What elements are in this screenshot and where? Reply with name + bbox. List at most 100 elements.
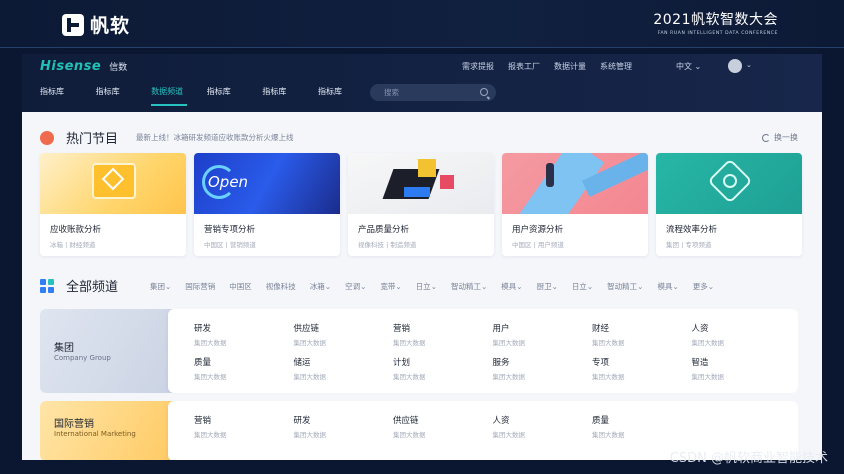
channel-item[interactable]: 供应链 集团大数据 [294, 322, 327, 347]
channel-item[interactable]: 质量 集团大数据 [592, 414, 625, 439]
channel-item[interactable]: 研发 集团大数据 [194, 322, 227, 347]
chevron-down-icon: ⌄ [480, 282, 488, 291]
card-tags: 中国区 | 营销频道 [204, 241, 256, 249]
card-title: 应收账款分析 [50, 225, 102, 235]
toplink-demand[interactable]: 需求提报 [462, 61, 494, 72]
channel-item-subtitle: 集团大数据 [194, 431, 227, 439]
channel-item[interactable]: 服务 集团大数据 [493, 356, 526, 381]
tab-indicator-lib-2[interactable]: 指标库 [96, 84, 152, 106]
top-navigation: Hisense 信数 需求提报 报表工厂 数据计量 系统管理 中文 ⌄ ⌄ 指标… [22, 54, 822, 112]
channel-item-title: 储运 [293, 358, 311, 368]
fanruan-logo-icon [62, 13, 84, 36]
card-tags: 集团 | 专项频道 [666, 241, 712, 249]
channel-filter[interactable]: 厨卫⌄ [537, 281, 558, 292]
avatar[interactable] [728, 59, 742, 73]
channel-item[interactable]: 人资 集团大数据 [493, 414, 526, 439]
chevron-down-icon: ⌄ [672, 282, 679, 291]
tab-indicator-lib-5[interactable]: 指标库 [318, 84, 374, 106]
watermark: CSDN @帆软商业智能技术 [669, 451, 828, 466]
all-channels-header: 全部频道 [40, 276, 118, 295]
tab-indicator-lib-3[interactable]: 指标库 [207, 84, 263, 106]
channel-filter[interactable]: 智动精工⌄ [451, 281, 487, 292]
chevron-down-icon: ⌄ [324, 282, 332, 291]
channel-item[interactable]: 财经 集团大数据 [592, 322, 625, 347]
channel-item-title: 研发 [293, 416, 311, 426]
search-input[interactable]: 搜索 [370, 84, 496, 101]
brand[interactable]: Hisense 信数 [40, 59, 127, 74]
chevron-down-icon[interactable]: ⌄ [746, 61, 752, 69]
hot-card[interactable]: 流程效率分析 集团 | 专项频道 [656, 153, 802, 256]
card-tags: 冰箱 | 财经频道 [50, 241, 96, 249]
channel-item[interactable]: 研发 集团大数据 [294, 414, 327, 439]
fanruan-logo: 帆软 [62, 11, 130, 38]
channel-item-title: 研发 [194, 324, 212, 334]
channel-item-subtitle: 集团大数据 [492, 373, 526, 381]
group-label[interactable]: 国际营销 International Marketing [40, 401, 188, 460]
channel-filter[interactable]: 模具⌄ [501, 281, 522, 292]
channel-item-title: 供应链 [393, 416, 419, 426]
refresh-button[interactable]: 换一换 [762, 132, 798, 143]
chevron-down-icon: ⌄ [395, 282, 402, 291]
channel-filter[interactable]: 日立⌄ [416, 281, 437, 292]
chevron-down-icon: ⌄ [360, 282, 367, 291]
channel-filter[interactable]: 集团⌄ [150, 281, 171, 292]
channel-filter[interactable]: 智动精工⌄ [607, 281, 643, 292]
chevron-down-icon: ⌄ [516, 282, 523, 291]
channel-item-title: 质量 [194, 358, 212, 368]
channel-item-title: 营销 [194, 416, 212, 426]
fire-icon [40, 130, 54, 145]
channel-item[interactable]: 营销 集团大数据 [194, 414, 227, 439]
channel-filter[interactable]: 中国区 [229, 281, 252, 292]
toplink-system-admin[interactable]: 系统管理 [600, 61, 632, 72]
tab-indicator-lib-4[interactable]: 指标库 [262, 84, 318, 106]
channel-item[interactable]: 质量 集团大数据 [194, 356, 227, 381]
channel-filter[interactable]: 冰箱⌄ [310, 281, 331, 292]
language-label: 中文 [676, 62, 692, 71]
toplink-data-metering[interactable]: 数据计量 [554, 61, 586, 72]
app-window: Hisense 信数 需求提报 报表工厂 数据计量 系统管理 中文 ⌄ ⌄ 指标… [22, 54, 822, 460]
channel-filter[interactable]: 宽带⌄ [380, 281, 401, 292]
chevron-down-icon: ⌄ [430, 282, 437, 291]
refresh-icon [762, 133, 770, 142]
tab-indicator-lib-1[interactable]: 指标库 [40, 84, 96, 106]
hot-card[interactable]: 应收账款分析 冰箱 | 财经频道 [40, 153, 186, 256]
channel-filter[interactable]: 更多⌄ [693, 281, 714, 292]
channel-item-subtitle: 集团大数据 [492, 339, 526, 347]
channel-filter[interactable]: 视像科技 [266, 281, 296, 292]
channel-item[interactable]: 人资 集团大数据 [692, 322, 725, 347]
hot-card[interactable]: 用户资源分析 中国区 | 用户频道 [502, 153, 648, 256]
channel-group-company: 集团 Company Group 研发集团大数据 供应链 集团大数据 营销 集团大数据 用… [40, 309, 798, 393]
channel-item[interactable]: 计划 集团大数据 [393, 356, 426, 381]
hot-title: 热门节目 [66, 132, 119, 147]
channel-filter[interactable]: 国际营销 [185, 281, 215, 292]
group-items: 研发集团大数据 供应链 集团大数据 营销 集团大数据 用户 集团大数据 财经 集团大数据 人资 集团… [168, 309, 798, 393]
channel-item-subtitle: 集团大数据 [592, 431, 625, 439]
channel-item-subtitle: 集团大数据 [293, 373, 327, 381]
toplink-report-factory[interactable]: 报表工厂 [508, 61, 540, 72]
hot-section-header: 热门节目 最新上线！冰箱研发频道应收账款分析火爆上线 [40, 128, 294, 147]
channel-item[interactable]: 供应链 集团大数据 [393, 414, 426, 439]
card-title: 产品质量分析 [358, 225, 410, 235]
channel-filter[interactable]: 日立⌄ [572, 281, 593, 292]
channel-item-subtitle: 集团大数据 [194, 373, 227, 381]
channel-item[interactable]: 智造 集团大数据 [692, 356, 725, 381]
language-selector[interactable]: 中文 ⌄ [676, 61, 701, 72]
channel-item[interactable]: 用户 集团大数据 [493, 322, 526, 347]
channel-item[interactable]: 储运 集团大数据 [294, 356, 327, 381]
tab-data-channel[interactable]: 数据频道 [151, 84, 207, 106]
channel-item[interactable]: 营销 集团大数据 [393, 322, 426, 347]
chevron-down-icon: ⌄ [551, 282, 558, 291]
card-tags: 中国区 | 用户频道 [512, 241, 564, 249]
channel-item[interactable]: 专项 集团大数据 [592, 356, 625, 381]
search-icon[interactable] [480, 88, 488, 96]
hot-card[interactable]: 产品质量分析 视像科技 | 制造频道 [348, 153, 494, 256]
hot-news-ticker[interactable]: 最新上线！冰箱研发频道应收账款分析火爆上线 [136, 132, 294, 143]
channel-item-subtitle: 集团大数据 [194, 339, 227, 347]
grid-icon [40, 278, 54, 293]
group-label[interactable]: 集团 Company Group [40, 309, 188, 393]
conference-title: 2021帆软智数大会 [653, 12, 778, 28]
channel-filter[interactable]: 空调⌄ [345, 281, 366, 292]
card-image [502, 153, 648, 214]
channel-filter[interactable]: 模具⌄ [657, 281, 678, 292]
hot-card[interactable]: Open 营销专项分析 中国区 | 营销频道 [194, 153, 340, 256]
